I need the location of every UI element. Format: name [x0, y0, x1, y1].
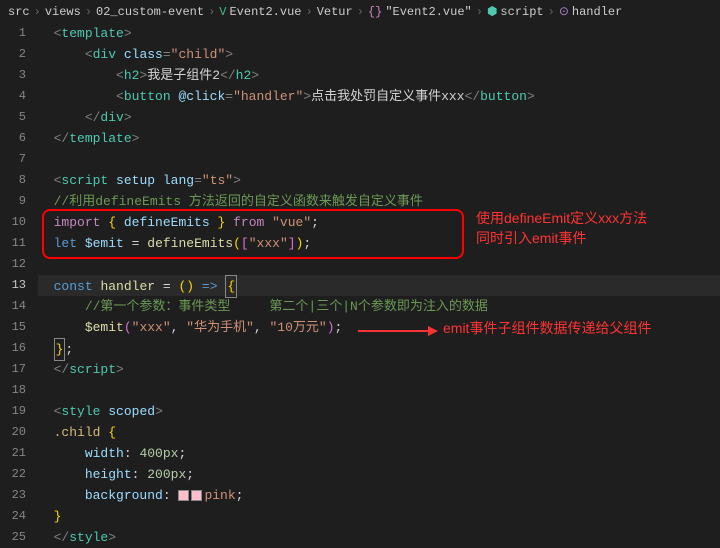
code-line[interactable]: <template>: [38, 23, 720, 44]
code-line[interactable]: <button @click="handler">点击我处罚自定义事件xxx</…: [38, 86, 720, 107]
line-number: 8: [0, 170, 26, 191]
crumb-handler[interactable]: handler: [572, 5, 622, 19]
chevron-right-icon: ›: [476, 5, 483, 19]
line-number: 11: [0, 233, 26, 254]
color-swatch-icon[interactable]: [191, 490, 202, 501]
code-line[interactable]: //第一个参数：事件类型 第二个|三个|N个参数即为注入的数据: [38, 296, 720, 317]
code-line[interactable]: .child {: [38, 422, 720, 443]
line-number: 6: [0, 128, 26, 149]
code-line[interactable]: <h2>我是子组件2</h2>: [38, 65, 720, 86]
crumb-views[interactable]: views: [45, 5, 81, 19]
line-number: 15: [0, 317, 26, 338]
code-line[interactable]: [38, 254, 720, 275]
line-number: 16: [0, 338, 26, 359]
crumb-src[interactable]: src: [8, 5, 30, 19]
chevron-right-icon: ›: [305, 5, 312, 19]
cursor-brace: {: [225, 275, 237, 298]
breadcrumb[interactable]: src › views › 02_custom-event › V Event2…: [0, 0, 720, 23]
method-icon: ⊙: [559, 4, 569, 19]
line-number: 18: [0, 380, 26, 401]
crumb-folder[interactable]: 02_custom-event: [96, 5, 204, 19]
code-line[interactable]: [38, 380, 720, 401]
code-line[interactable]: height: 200px;: [38, 464, 720, 485]
line-number: 4: [0, 86, 26, 107]
chevron-right-icon: ›: [34, 5, 41, 19]
code-line[interactable]: background: pink;: [38, 485, 720, 506]
line-number: 3: [0, 65, 26, 86]
code-line[interactable]: [38, 149, 720, 170]
code-line[interactable]: </script>: [38, 359, 720, 380]
code-line[interactable]: </div>: [38, 107, 720, 128]
crumb-filename[interactable]: "Event2.vue": [385, 5, 471, 19]
crumb-vetur[interactable]: Vetur: [317, 5, 353, 19]
vue-icon: V: [219, 5, 226, 19]
chevron-right-icon: ›: [208, 5, 215, 19]
line-number: 23: [0, 485, 26, 506]
crumb-script[interactable]: script: [500, 5, 543, 19]
line-number: 19: [0, 401, 26, 422]
code-line[interactable]: };: [38, 338, 720, 359]
line-gutter: 1 2 3 4 5 6 7 8 9 10 11 12 13 14 15 16 1…: [0, 23, 38, 548]
annotation-text-1: 使用defineEmit定义xxx方法 同时引入emit事件: [476, 209, 647, 248]
code-area[interactable]: <template> <div class="child"> <h2>我是子组件…: [38, 23, 720, 548]
line-number: 24: [0, 506, 26, 527]
line-number: 22: [0, 464, 26, 485]
line-number: 9: [0, 191, 26, 212]
crumb-file[interactable]: Event2.vue: [229, 5, 301, 19]
line-number: 2: [0, 44, 26, 65]
code-line[interactable]: <div class="child">: [38, 44, 720, 65]
chevron-right-icon: ›: [548, 5, 555, 19]
chevron-right-icon: ›: [357, 5, 364, 19]
braces-icon: {}: [368, 5, 382, 19]
chevron-right-icon: ›: [85, 5, 92, 19]
code-editor[interactable]: 1 2 3 4 5 6 7 8 9 10 11 12 13 14 15 16 1…: [0, 23, 720, 548]
code-line[interactable]: }: [38, 506, 720, 527]
line-number: 10: [0, 212, 26, 233]
line-number: 17: [0, 359, 26, 380]
color-swatch-icon[interactable]: [178, 490, 189, 501]
line-number-current: 13: [0, 275, 26, 296]
code-line[interactable]: <style scoped>: [38, 401, 720, 422]
line-number: 12: [0, 254, 26, 275]
line-number: 1: [0, 23, 26, 44]
cube-icon: ⬢: [487, 4, 497, 19]
matching-brace: }: [54, 338, 66, 361]
line-number: 21: [0, 443, 26, 464]
line-number: 20: [0, 422, 26, 443]
line-number: 7: [0, 149, 26, 170]
code-line[interactable]: </template>: [38, 128, 720, 149]
line-number: 5: [0, 107, 26, 128]
line-number: 14: [0, 296, 26, 317]
code-line-current[interactable]: const handler = () => {: [38, 275, 720, 296]
code-line[interactable]: <script setup lang="ts">: [38, 170, 720, 191]
code-line[interactable]: width: 400px;: [38, 443, 720, 464]
annotation-text-2: emit事件子组件数据传递给父组件: [443, 319, 651, 339]
